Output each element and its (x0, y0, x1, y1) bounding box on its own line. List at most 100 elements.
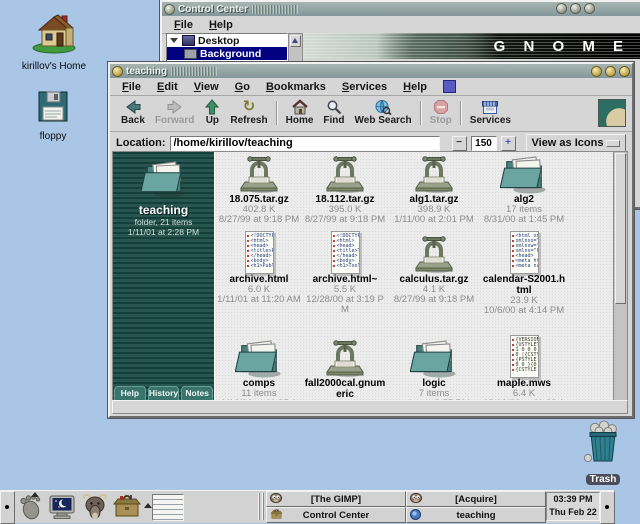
zoom-value: 150 (471, 136, 497, 151)
task-button-gimp[interactable]: [The GIMP] (266, 491, 406, 507)
stop-button[interactable]: Stop (425, 98, 457, 126)
file-item[interactable]: fall2000cal.gnumeric 4.2 K 12/11/00 at 9… (303, 332, 387, 400)
gimp-icon (270, 493, 282, 503)
fm-menu-view[interactable]: View (186, 80, 227, 94)
tab-history[interactable]: History (148, 386, 180, 400)
titlebar-ridges (252, 5, 298, 14)
window-buttons (592, 67, 629, 76)
file-item[interactable]: {VERSION {USTYLET 1 0 0 0 0 0 |{CSTYL {P… (482, 332, 566, 400)
zoom-in-button[interactable]: + (501, 136, 516, 151)
close-button-icon[interactable] (585, 4, 594, 13)
maximize-button-icon[interactable] (606, 67, 615, 76)
fm-menu-file[interactable]: File (114, 80, 149, 94)
gnome-foot-icon (17, 494, 43, 520)
tab-help[interactable]: Help (114, 386, 146, 400)
forward-icon (166, 98, 184, 115)
desktop-icon-floppy[interactable]: floppy (20, 90, 86, 142)
file-manager-toolbar: Back Forward Up ↻ Refresh Home Find (110, 96, 632, 132)
file-manager-titlebar[interactable]: teaching (110, 64, 632, 78)
cc-menu-help[interactable]: Help (201, 18, 241, 32)
menu-arrow-icon (31, 492, 39, 497)
window-menu-icon[interactable] (113, 67, 122, 76)
fm-menu-services[interactable]: Services (334, 80, 395, 94)
toolbox-icon (270, 509, 283, 520)
web-search-button[interactable]: Web Search (350, 98, 417, 126)
close-button-icon[interactable] (620, 67, 629, 76)
sidebar-folder-name: teaching (113, 203, 214, 217)
file-item[interactable]: <html xmln xmlnso="u xmlnsw="u xmlns="ht… (482, 228, 566, 316)
applet-handle[interactable] (258, 493, 260, 520)
file-item[interactable]: alg1.tar.gz 398.9 K 1/11/00 at 2:01 PM (392, 152, 476, 225)
window-menu-icon[interactable] (165, 5, 174, 14)
file-item[interactable]: calculus.tar.gz 4.1 K 8/27/99 at 9:18 PM (392, 228, 476, 305)
zoom-out-button[interactable]: − (452, 136, 467, 151)
desktop-icon-home[interactable]: kirillov's Home (8, 8, 100, 72)
file-item[interactable]: <!DOCTYP <html> <head> <title>Publ </hea… (217, 228, 301, 305)
file-manager-title: teaching (126, 66, 167, 77)
minimize-button-icon[interactable] (557, 4, 566, 13)
applet-handle[interactable] (262, 493, 264, 520)
file-item[interactable]: 18.075.tar.gz 402.8 K 8/27/99 at 9:18 PM (217, 152, 301, 225)
forward-button[interactable]: Forward (150, 98, 199, 126)
up-icon (204, 98, 220, 115)
desktop-icon-home-label: kirillov's Home (8, 61, 100, 72)
control-center-launcher[interactable] (112, 492, 142, 521)
file-view-scrollbar[interactable] (613, 152, 627, 400)
html-file-icon: <!DOCTYP <html> <head> <title>Publ </hea… (245, 231, 274, 274)
fm-menu-edit[interactable]: Edit (149, 80, 186, 94)
minimize-button-icon[interactable] (592, 67, 601, 76)
maximize-button-icon[interactable] (571, 4, 580, 13)
services-button[interactable]: Services (465, 98, 516, 126)
file-item[interactable]: 18.112.tar.gz 395.0 K 8/27/99 at 9:18 PM (303, 152, 387, 225)
file-item[interactable]: comps 11 items 1/10/01 at 11:25 AM (217, 332, 301, 400)
cc-menu-file[interactable]: File (166, 18, 201, 32)
find-button[interactable]: Find (318, 98, 349, 126)
titlebar-ridges (171, 67, 217, 76)
location-input[interactable] (170, 136, 440, 151)
file-manager-main: teaching folder, 21 items 1/11/01 at 2:2… (112, 151, 628, 401)
view-mode-dropdown[interactable]: View as Icons (526, 134, 626, 153)
sidebar-folder-icon (141, 158, 187, 198)
expander-icon[interactable] (170, 38, 178, 43)
file-item[interactable]: logic 7 items today at 9:55 PM (392, 332, 476, 400)
folder-icon (410, 337, 458, 378)
fm-menu-help[interactable]: Help (395, 80, 435, 94)
gnu-launcher[interactable] (80, 492, 110, 521)
targz-icon (414, 234, 454, 274)
scrollbar-thumb[interactable] (615, 153, 626, 304)
gnome-banner-text: G N O M E (494, 38, 640, 55)
html-file-icon: <html xmln xmlnso="u xmlnsw="u xmlns="ht… (510, 231, 539, 274)
control-center-titlebar[interactable]: Control Center (162, 2, 640, 16)
folder-icon (500, 153, 548, 194)
task-button-acquire[interactable]: [Acquire] (406, 491, 546, 507)
tasklist-pager[interactable] (152, 494, 184, 521)
fm-menu-go[interactable]: Go (227, 80, 258, 94)
task-button-teaching[interactable]: teaching (406, 507, 546, 523)
sidebar-tabs: Help History Notes (114, 386, 213, 400)
gmc-throbber-icon (598, 99, 626, 127)
file-icon-view[interactable]: 18.075.tar.gz 402.8 K 8/27/99 at 9:18 PM… (214, 152, 627, 400)
desktop-icon-trash[interactable]: Trash (572, 420, 634, 487)
control-center-menubar: File Help (162, 16, 640, 34)
home-button[interactable]: Home (281, 98, 319, 126)
folder-window-icon (410, 509, 421, 520)
tab-notes[interactable]: Notes (181, 386, 213, 400)
tree-item-desktop[interactable]: Desktop (167, 34, 287, 47)
terminal-launcher[interactable] (47, 492, 77, 521)
up-button[interactable]: Up (199, 98, 225, 126)
back-button[interactable]: Back (116, 98, 150, 126)
file-item[interactable]: <!DOCTYP <html> <head> <title>Tool </hea… (303, 228, 387, 315)
scroll-up-icon[interactable] (290, 35, 301, 47)
back-icon (124, 98, 142, 115)
panel-hide-left-button[interactable] (0, 491, 15, 524)
tree-item-background[interactable]: Background (167, 47, 287, 60)
refresh-button[interactable]: ↻ Refresh (225, 98, 272, 126)
file-item[interactable]: alg2 17 items 8/31/00 at 1:45 PM (482, 152, 566, 225)
applet-arrow-icon (144, 503, 152, 508)
fm-menu-bookmarks[interactable]: Bookmarks (258, 80, 334, 94)
toolbox-icon (112, 494, 142, 520)
file-manager-window: teaching File Edit View Go Bookmarks Ser… (108, 62, 634, 418)
task-button-control-center[interactable]: Control Center (266, 507, 406, 523)
panel-hide-right-button[interactable] (600, 491, 615, 524)
main-menu-button[interactable] (15, 492, 45, 521)
